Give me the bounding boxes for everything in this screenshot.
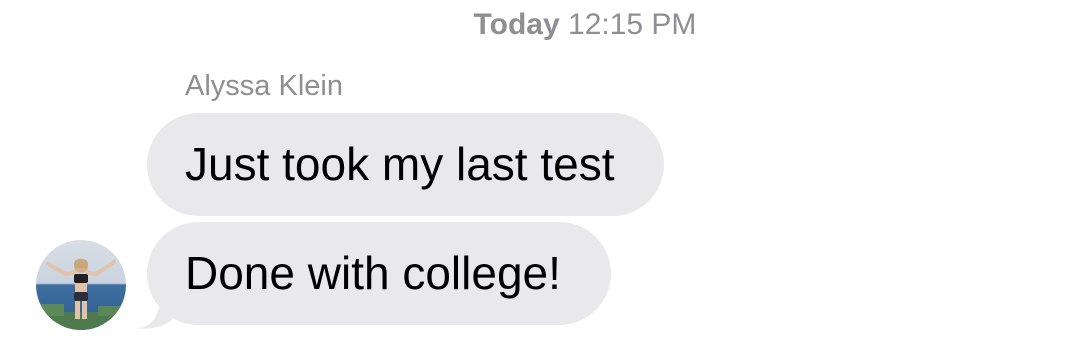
timestamp-time: 12:15 PM xyxy=(568,8,697,41)
message-text: Done with college! xyxy=(185,247,561,299)
sender-avatar[interactable] xyxy=(36,240,126,330)
sender-name: Alyssa Klein xyxy=(185,70,343,102)
message-text: Just took my last test xyxy=(185,138,615,190)
timestamp-day: Today xyxy=(473,8,560,41)
person-photo-avatar-icon xyxy=(36,240,126,330)
message-timestamp: Today 12:15 PM xyxy=(0,8,1072,42)
message-bubble[interactable]: Just took my last test xyxy=(147,113,665,216)
message-bubble[interactable]: Done with college! xyxy=(147,222,611,325)
